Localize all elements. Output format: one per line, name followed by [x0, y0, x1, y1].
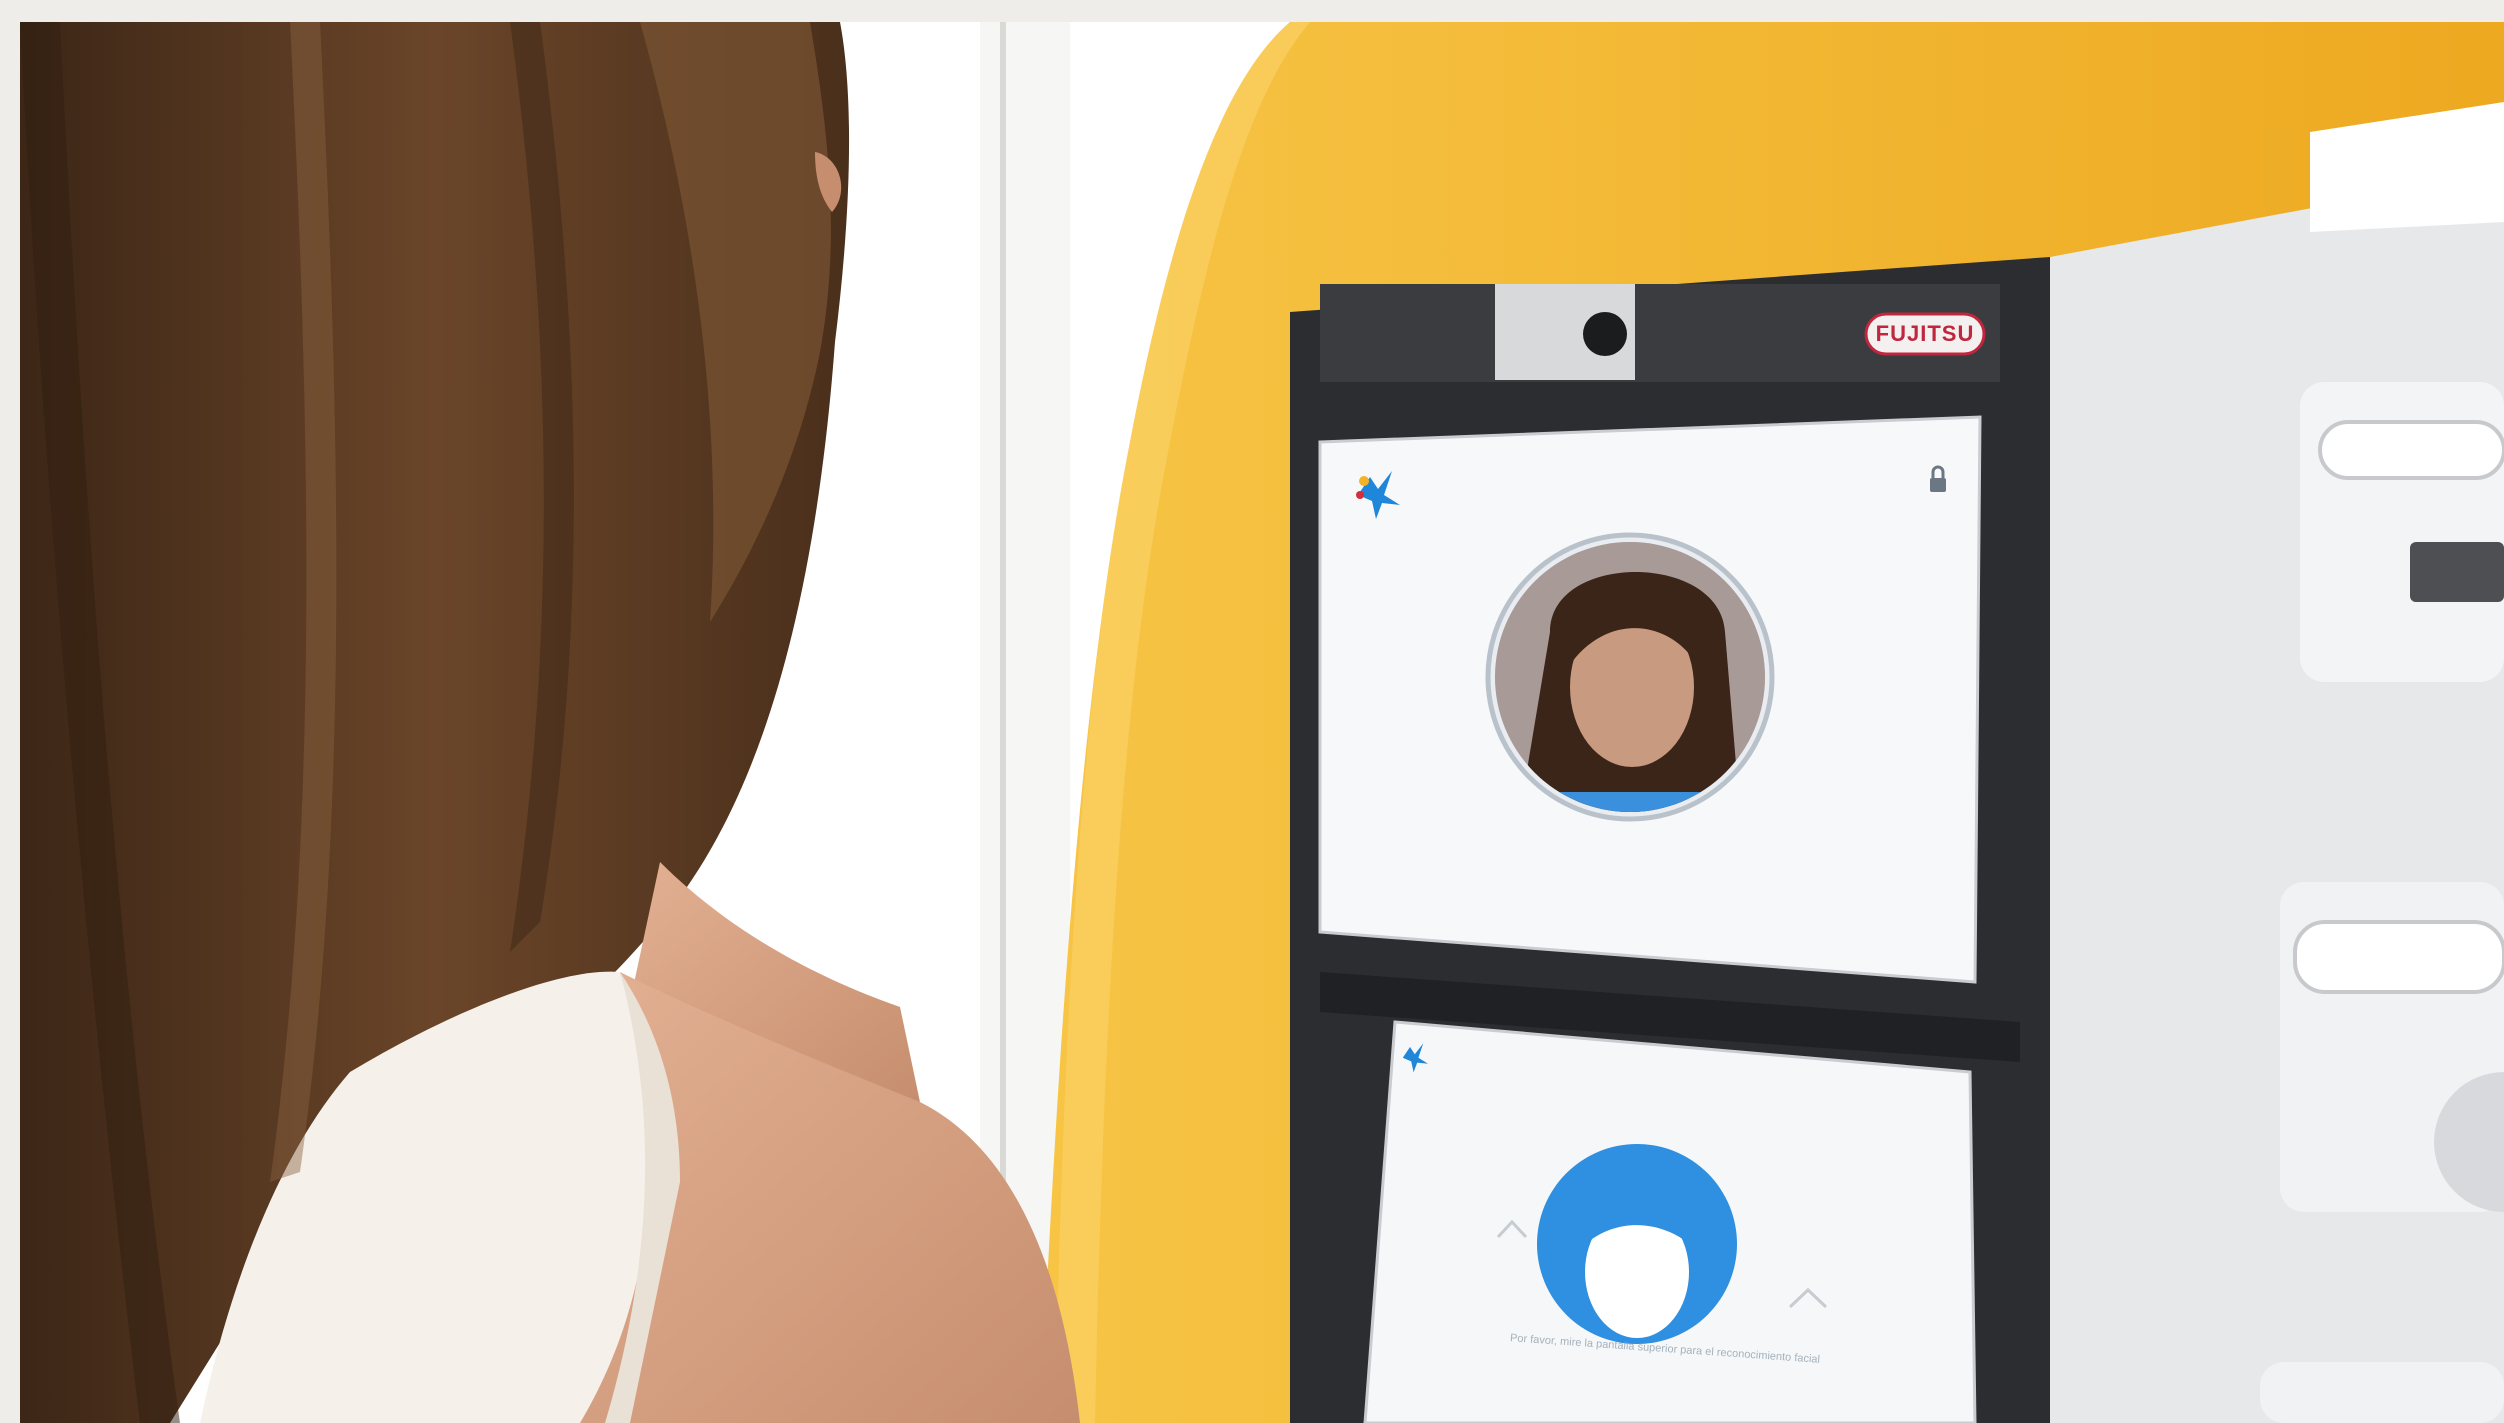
- window-frame: [1000, 22, 1006, 1182]
- card-slot: [2410, 542, 2504, 602]
- kiosk-photo: FUJITSU Por favor, mire la pantalla supe…: [20, 22, 2504, 1423]
- fujitsu-logo-text: FUJITSU: [1875, 321, 1975, 346]
- camera-lens: [1583, 312, 1627, 356]
- side-panel: [2050, 172, 2504, 1423]
